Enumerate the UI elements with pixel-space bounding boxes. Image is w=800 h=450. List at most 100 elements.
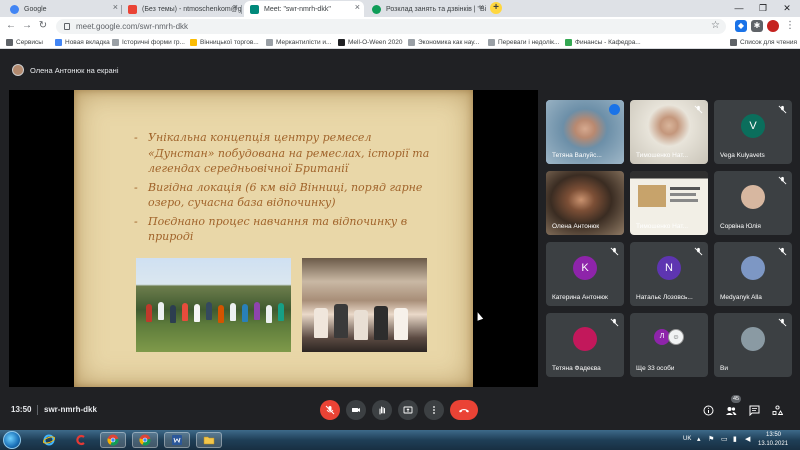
tab-schedule[interactable]: Розклад занять та дзвінків | "Ві × [366, 1, 488, 17]
taskbar-app-ie[interactable] [36, 432, 62, 448]
presentation-stage[interactable]: - Унікальна концепція центру ремесел «Дун… [9, 90, 538, 387]
close-tab-icon[interactable]: × [233, 2, 238, 12]
tab-google[interactable]: Google × [4, 1, 122, 17]
flag-icon[interactable]: ⚑ [708, 435, 714, 443]
mic-off-icon [325, 405, 335, 415]
activities-button[interactable] [769, 402, 785, 418]
bookmark-item[interactable]: Меркантилісти и... [266, 37, 331, 48]
bookmark-item[interactable]: Финансы - Кафедра... [565, 37, 641, 48]
meeting-clock: 13:50 [11, 405, 32, 414]
forward-arrow-icon[interactable]: → [20, 19, 34, 33]
apps-grid-icon [6, 39, 13, 46]
browser-tab-strip: Google × (Без темы) - ntmoschenkom@g × M… [0, 0, 800, 17]
mic-off-icon [778, 105, 787, 114]
lock-icon [64, 23, 70, 30]
tab-gmail[interactable]: (Без темы) - ntmoschenkom@g × [122, 1, 242, 17]
mic-off-icon [610, 247, 619, 256]
url-text: meet.google.com/swr-nmrh-dkk [76, 22, 189, 31]
taskbar-app-explorer[interactable] [196, 432, 222, 448]
meet-control-bar: 13:50 swr-nmrh-dkk 45 [0, 395, 800, 430]
bookmark-item[interactable]: Экономика как нау... [408, 37, 479, 48]
camera-icon [352, 408, 360, 412]
bookmark-item[interactable]: Сервисы [6, 37, 43, 48]
participant-avatar: N [657, 256, 681, 280]
taskbar-app-chrome-2[interactable] [132, 432, 158, 448]
participant-avatar: K [573, 256, 597, 280]
tab-meet[interactable]: Meet: "swr-nmrh-dkk" × [244, 1, 364, 17]
chat-button[interactable] [746, 402, 762, 418]
taskbar-app-word[interactable] [164, 432, 190, 448]
page-icon [565, 39, 572, 46]
participant-avatar: ☺ [668, 329, 684, 345]
close-tab-icon[interactable]: × [355, 2, 360, 12]
mic-toggle-button[interactable] [320, 400, 340, 420]
display-icon[interactable]: ▭ [721, 435, 728, 443]
bookmark-item[interactable]: Переваги і недолік... [488, 37, 559, 48]
back-arrow-icon[interactable]: ← [4, 19, 18, 33]
close-tab-icon[interactable]: × [113, 2, 118, 12]
page-icon [408, 39, 415, 46]
leave-call-button[interactable] [450, 400, 478, 420]
self-tile[interactable]: Ви [714, 313, 792, 377]
windows-start-button[interactable] [3, 431, 21, 449]
divider [37, 405, 38, 415]
address-bar[interactable]: meet.google.com/swr-nmrh-dkk ☆ [56, 19, 726, 34]
participant-tile[interactable]: Тимошенко Нат... [630, 100, 708, 164]
participant-tile[interactable]: K Катерина Антонюк [546, 242, 624, 306]
participant-tile[interactable]: N Натальє Лозовсь... [630, 242, 708, 306]
bookmarks-bar: Сервисы Новая вкладка Історичні форми гр… [0, 36, 800, 49]
meeting-details-button[interactable] [700, 402, 716, 418]
close-tab-icon[interactable]: × [479, 2, 484, 12]
participant-tile[interactable]: Тетяна Фадеєва [546, 313, 624, 377]
participant-avatar [573, 327, 597, 351]
tab-label: Google [24, 5, 47, 13]
taskbar-app-chrome[interactable] [100, 432, 126, 448]
extension-icon[interactable]: ◆ [735, 20, 747, 32]
participant-tile[interactable]: Сорвіна Юлія [714, 171, 792, 235]
mic-off-icon [694, 247, 703, 256]
close-window-icon[interactable]: ✕ [775, 0, 799, 17]
participants-button[interactable] [723, 402, 739, 418]
reload-icon[interactable]: ↻ [36, 19, 50, 33]
more-participants-tile[interactable]: Л ☺ Ще 33 особи [630, 313, 708, 377]
menu-kebab-icon[interactable]: ⋮ [783, 19, 797, 33]
more-options-button[interactable] [424, 400, 444, 420]
meet-main: Олена Антонюк на екрані - Унікальна конце… [0, 50, 800, 430]
bookmark-star-icon[interactable]: ☆ [711, 20, 720, 31]
reading-list-icon [730, 39, 737, 46]
taskbar-date[interactable]: 13.10.2021 [758, 441, 788, 447]
slide-bullet: - Унікальна концепція центру ремесел «Дун… [134, 131, 430, 175]
more-vert-icon [433, 406, 435, 414]
participant-tile[interactable]: Тетяна Валуйс... [546, 100, 624, 164]
camera-toggle-button[interactable] [346, 400, 366, 420]
participant-tile[interactable]: Medyanyk Alla [714, 242, 792, 306]
more-participants-avatars: Л ☺ [654, 329, 688, 347]
profile-avatar[interactable] [767, 20, 779, 32]
participant-tile[interactable]: V Vega Kulyavets [714, 100, 792, 164]
volume-icon[interactable]: ◀ [745, 435, 750, 443]
bookmark-item[interactable]: Історичні форми гр... [112, 37, 185, 48]
participant-avatar [741, 185, 765, 209]
minimize-icon[interactable]: — [727, 0, 751, 17]
participant-tile[interactable]: Тимошенко Нат... [630, 171, 708, 235]
reading-list[interactable]: Список для чтения [730, 37, 797, 48]
taskbar-time[interactable]: 13:50 [766, 432, 781, 438]
bookmark-item[interactable]: Вінницької торгов... [190, 37, 259, 48]
chat-icon [749, 405, 759, 416]
maximize-icon[interactable]: ❐ [751, 0, 775, 17]
tray-arrow-icon[interactable]: ▴ [697, 435, 701, 443]
puzzle-icon[interactable]: ✱ [751, 20, 763, 32]
bookmark-item[interactable]: Mell-O-Ween 2020 [338, 37, 402, 48]
present-screen-button[interactable] [398, 400, 418, 420]
keyboard-language[interactable]: UK [683, 436, 691, 442]
raise-hand-button[interactable] [372, 400, 392, 420]
bookmark-item[interactable]: Новая вкладка [55, 37, 110, 48]
network-icon[interactable]: ▮ [733, 435, 737, 443]
mic-off-icon [778, 247, 787, 256]
taskbar-app-ccleaner[interactable] [68, 432, 94, 448]
participant-tile[interactable]: Олена Антонюк [546, 171, 624, 235]
new-tab-button[interactable]: + [490, 2, 502, 14]
meeting-code: swr-nmrh-dkk [44, 405, 97, 414]
info-icon [703, 405, 713, 415]
page-icon [266, 39, 273, 46]
